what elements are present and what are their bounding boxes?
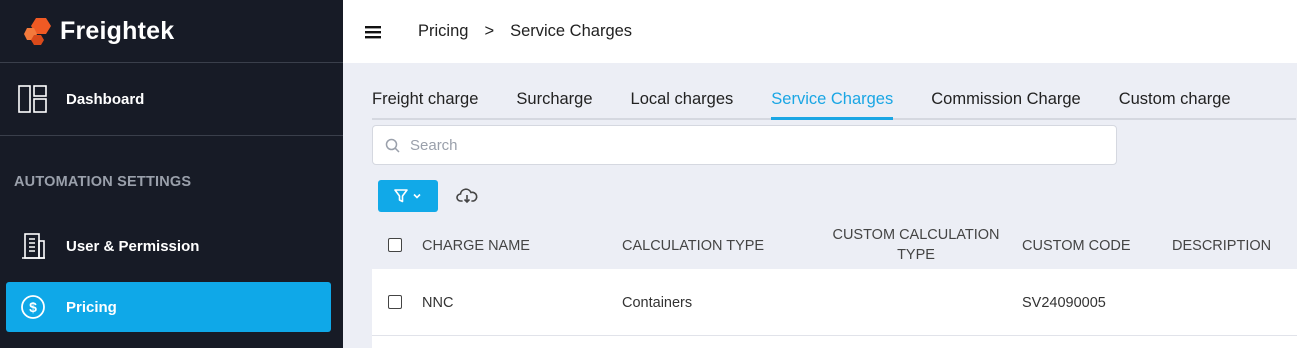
breadcrumb: Pricing > Service Charges — [418, 22, 632, 41]
cloud-download-icon — [456, 188, 478, 204]
cloud-download-button[interactable] — [456, 186, 478, 206]
column-header-charge-name[interactable]: CHARGE NAME — [422, 236, 530, 256]
brand-name: Freightek — [60, 16, 175, 45]
filter-button[interactable] — [378, 180, 438, 212]
search-input[interactable]: Search — [372, 125, 1117, 165]
search-placeholder: Search — [410, 136, 458, 154]
breadcrumb-separator: > — [484, 22, 495, 40]
chevron-down-icon — [413, 193, 421, 199]
tab-freight-charge[interactable]: Freight charge — [372, 90, 478, 118]
sidebar-item-user-permission[interactable]: User & Permission — [0, 228, 343, 264]
cell-charge-name: NNC — [422, 295, 454, 311]
table-row[interactable] — [372, 336, 1297, 348]
breadcrumb-parent[interactable]: Pricing — [418, 22, 468, 41]
brand[interactable]: Freightek — [0, 0, 343, 63]
tab-custom-charge[interactable]: Custom charge — [1119, 90, 1231, 118]
sidebar: Freightek Dashboard AUTOMATION SETTINGS — [0, 0, 343, 348]
sidebar-item-dashboard[interactable]: Dashboard — [0, 63, 343, 136]
dollar-circle-icon: $ — [18, 292, 48, 322]
column-header-description[interactable]: DESCRIPTION — [1172, 236, 1271, 256]
building-icon — [18, 231, 48, 261]
filter-icon — [394, 189, 408, 203]
main-content: Freight charge Surcharge Local charges S… — [343, 63, 1297, 348]
tab-local-charges[interactable]: Local charges — [631, 90, 734, 118]
breadcrumb-current: Service Charges — [510, 22, 633, 40]
column-header-custom-calculation-type[interactable]: CUSTOM CALCULATION TYPE — [830, 225, 1002, 265]
tab-surcharge[interactable]: Surcharge — [516, 90, 592, 118]
select-all-checkbox[interactable] — [388, 238, 402, 252]
tab-bar: Freight charge Surcharge Local charges S… — [372, 90, 1296, 120]
search-icon — [385, 138, 400, 153]
tab-commission-charge[interactable]: Commission Charge — [931, 90, 1080, 118]
table-header: CHARGE NAME CALCULATION TYPE CUSTOM CALC… — [372, 223, 1297, 269]
freightek-logo-icon — [24, 18, 51, 45]
svg-text:$: $ — [29, 299, 37, 315]
table-row[interactable]: NNC Containers SV24090005 — [372, 269, 1297, 336]
dashboard-icon — [18, 84, 48, 114]
section-title: AUTOMATION SETTINGS — [14, 174, 192, 190]
hamburger-menu-icon[interactable] — [365, 25, 381, 39]
tab-service-charges[interactable]: Service Charges — [771, 90, 894, 120]
cell-calculation-type: Containers — [622, 295, 693, 311]
sidebar-item-label: Dashboard — [66, 90, 145, 108]
column-header-calculation-type[interactable]: CALCULATION TYPE — [622, 236, 764, 256]
sidebar-item-label: Pricing — [66, 298, 117, 316]
cell-custom-code: SV24090005 — [1022, 295, 1106, 311]
sidebar-item-pricing[interactable]: $ Pricing — [6, 282, 331, 332]
topbar: Pricing > Service Charges — [343, 0, 1297, 63]
row-checkbox[interactable] — [388, 295, 402, 309]
sidebar-item-label: User & Permission — [66, 237, 200, 255]
column-header-custom-code[interactable]: CUSTOM CODE — [1022, 236, 1131, 256]
